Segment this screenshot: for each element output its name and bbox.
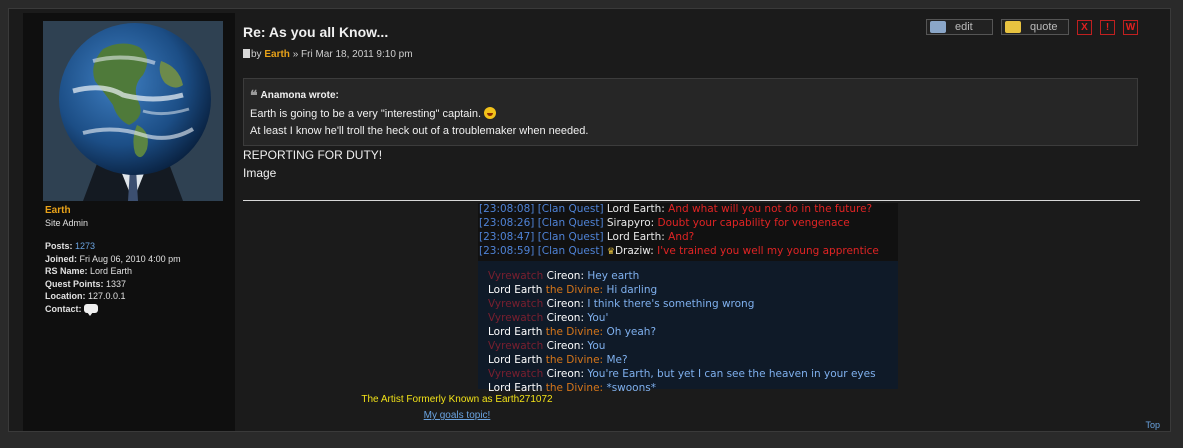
crown-icon: ♛ bbox=[606, 247, 615, 257]
edit-icon bbox=[930, 21, 946, 33]
speech-bubble-icon[interactable] bbox=[84, 303, 99, 316]
post-title[interactable]: Re: As you all Know... bbox=[243, 24, 388, 40]
dialogue-line: Lord Earth the Divine: Oh yeah? bbox=[488, 326, 657, 338]
detail-label: Location: bbox=[45, 291, 86, 301]
quote-text: Earth is going to be a very "interesting… bbox=[250, 108, 481, 120]
dialogue-line: Lord Earth the Divine: Me? bbox=[488, 354, 628, 366]
goals-topic-link[interactable]: My goals topic! bbox=[325, 410, 589, 421]
quote-line: Earth is going to be a very "interesting… bbox=[250, 107, 496, 120]
detail-label: Contact: bbox=[45, 303, 82, 314]
post-author-link[interactable]: Earth bbox=[264, 49, 290, 60]
meta-separator: » bbox=[292, 49, 299, 60]
detail-label: RS Name: bbox=[45, 266, 88, 276]
delete-button[interactable]: X bbox=[1077, 20, 1092, 35]
detail-contact: Contact: bbox=[45, 303, 181, 316]
quote-icon bbox=[1005, 21, 1021, 33]
detail-quest-points: Quest Points: 1337 bbox=[45, 278, 181, 291]
detail-joined: Joined: Fri Aug 06, 2010 4:00 pm bbox=[45, 253, 181, 266]
avatar[interactable] bbox=[43, 21, 223, 201]
quote-button[interactable]: quote bbox=[1001, 19, 1069, 35]
edit-label: edit bbox=[955, 21, 973, 33]
detail-location: Location: 127.0.0.1 bbox=[45, 290, 181, 303]
author-details: Posts: 1273 Joined: Fri Aug 06, 2010 4:0… bbox=[45, 240, 181, 316]
meta-by: by bbox=[251, 49, 262, 60]
quote-block: ❝ Anamona wrote: Earth is going to be a v… bbox=[243, 78, 1138, 146]
post-actions: edit quote X ! W bbox=[926, 19, 1146, 37]
detail-value: Fri Aug 06, 2010 4:00 pm bbox=[79, 253, 181, 264]
quote-header: ❝ Anamona wrote: bbox=[250, 88, 339, 104]
quote-line: At least I know he'll troll the heck out… bbox=[250, 125, 589, 137]
detail-value: Lord Earth bbox=[90, 266, 133, 276]
warn-button[interactable]: W bbox=[1123, 20, 1138, 35]
author-rank: Site Admin bbox=[45, 218, 89, 228]
back-to-top-link[interactable]: Top bbox=[1145, 420, 1160, 430]
post-content: Re: As you all Know... by Earth » Fri Ma… bbox=[234, 9, 1169, 433]
avatar-image bbox=[43, 21, 223, 201]
posts-count-link[interactable]: 1273 bbox=[75, 241, 95, 251]
quote-author: Anamona wrote: bbox=[260, 90, 339, 101]
clan-chat-line: [23:08:08] [Clan Quest] Lord Earth: And … bbox=[479, 203, 873, 215]
post-meta: by Earth » Fri Mar 18, 2011 9:10 pm bbox=[243, 49, 413, 60]
author-profile: Earth Site Admin Posts: 1273 Joined: Fri… bbox=[23, 13, 235, 431]
detail-label: Posts: bbox=[45, 241, 73, 251]
smiley-icon bbox=[484, 107, 496, 119]
detail-value: 127.0.0.1 bbox=[88, 291, 126, 301]
clan-chat-panel: [23:08:08] [Clan Quest] Lord Earth: And … bbox=[478, 203, 898, 261]
dialogue-line: Vyrewatch Cireon: You bbox=[488, 340, 606, 352]
dialogue-line: Lord Earth the Divine: *swoons* bbox=[488, 382, 656, 394]
detail-rs-name: RS Name: Lord Earth bbox=[45, 265, 181, 278]
signature-caption: The Artist Formerly Known as Earth271072 bbox=[361, 394, 553, 405]
post-body-line: REPORTING FOR DUTY! bbox=[243, 148, 383, 162]
dialogue-line: Vyrewatch Cireon: Hey earth bbox=[488, 270, 640, 282]
author-username[interactable]: Earth bbox=[45, 205, 71, 216]
dialogue-panel: Vyrewatch Cireon: Hey earth Lord Earth t… bbox=[478, 261, 898, 394]
clan-chat-line: [23:08:26] [Clan Quest] Sirapyro: Doubt … bbox=[479, 217, 850, 229]
detail-label: Quest Points: bbox=[45, 278, 104, 289]
detail-value: 1337 bbox=[106, 278, 127, 289]
signature-divider bbox=[243, 200, 1140, 201]
dialogue-line: Vyrewatch Cireon: You're Earth, but yet … bbox=[488, 368, 876, 380]
document-icon[interactable] bbox=[243, 49, 250, 58]
post-date: Fri Mar 18, 2011 9:10 pm bbox=[301, 49, 413, 60]
quote-marks-icon: ❝ bbox=[250, 88, 258, 104]
dialogue-line: Lord Earth the Divine: Hi darling bbox=[488, 284, 658, 296]
post-container: Earth Site Admin Posts: 1273 Joined: Fri… bbox=[8, 8, 1171, 432]
quote-label: quote bbox=[1030, 21, 1058, 33]
post-body-image-link[interactable]: Image bbox=[243, 166, 276, 180]
dialogue-line: Vyrewatch Cireon: I think there's someth… bbox=[488, 298, 755, 310]
dialogue-line: Vyrewatch Cireon: You' bbox=[488, 312, 609, 324]
signature-image: [23:08:08] [Clan Quest] Lord Earth: And … bbox=[478, 203, 898, 394]
report-button[interactable]: ! bbox=[1100, 20, 1115, 35]
detail-posts: Posts: 1273 bbox=[45, 240, 181, 253]
clan-chat-line: [23:08:47] [Clan Quest] Lord Earth: And? bbox=[479, 231, 695, 243]
clan-chat-line: [23:08:59] [Clan Quest] ♛Draziw: I've tr… bbox=[479, 245, 879, 257]
detail-label: Joined: bbox=[45, 253, 78, 264]
edit-button[interactable]: edit bbox=[926, 19, 993, 35]
